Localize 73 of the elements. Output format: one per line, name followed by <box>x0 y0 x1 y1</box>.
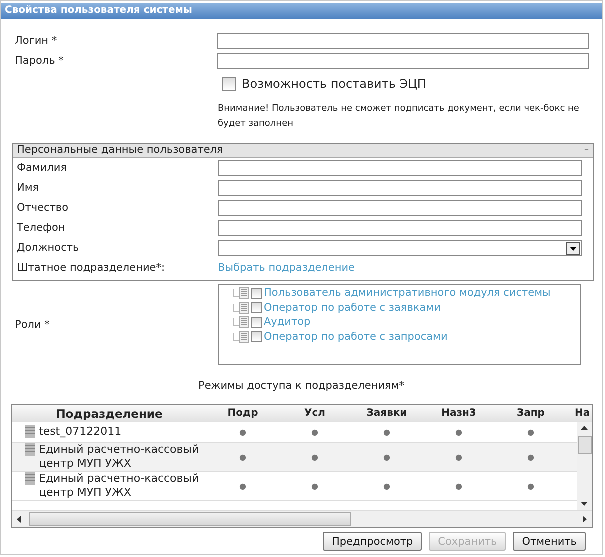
dialog-button[interactable]: Отменить <box>513 532 586 551</box>
table-cell-text: ● <box>526 428 536 436</box>
input-field[interactable] <box>218 180 582 196</box>
table-cell-text: ● <box>382 428 392 436</box>
tree-line <box>233 318 241 326</box>
field-label: Штатное подразделение*: <box>16 262 166 274</box>
server-icon <box>25 443 35 456</box>
scroll-left-icon[interactable] <box>17 516 21 522</box>
column-header[interactable]: Усл <box>279 408 351 419</box>
table-cell-text: ● <box>238 452 248 462</box>
table-cell-text: ● <box>310 428 320 436</box>
field-label: Должность <box>16 242 80 254</box>
column-header[interactable]: Запр <box>495 408 567 419</box>
input-field[interactable] <box>217 53 589 69</box>
dropdown[interactable] <box>218 240 582 256</box>
input-field[interactable] <box>217 33 589 49</box>
table-cell-text: ● <box>310 452 320 462</box>
window-title: Свойства пользователя системы <box>1 3 602 19</box>
column-header[interactable]: Подр <box>207 408 279 419</box>
checkbox[interactable] <box>251 316 262 328</box>
input-field[interactable] <box>218 200 582 216</box>
field-label: Пароль * <box>14 55 65 67</box>
table-cell-text: ● <box>454 428 464 436</box>
document-icon <box>239 287 249 300</box>
document-icon <box>239 330 249 343</box>
field-label: Отчество <box>16 202 70 214</box>
table-cell-text: ● <box>454 452 464 462</box>
horizontal-scrollbar[interactable] <box>12 510 592 527</box>
field-label: Имя <box>16 182 40 194</box>
vertical-scrollbar[interactable] <box>577 422 592 510</box>
input-field[interactable] <box>218 160 582 176</box>
scroll-thumb[interactable] <box>578 436 592 454</box>
column-header[interactable]: Назн3 <box>423 408 495 419</box>
panel-title: Персональные данные пользователя <box>17 144 224 157</box>
tree-line <box>233 332 241 341</box>
table-cell-text: ● <box>238 428 248 436</box>
tree-line <box>233 289 241 298</box>
field-label: Логин * <box>14 35 58 47</box>
table-cell: test_07122011 <box>39 425 122 439</box>
scroll-down-icon[interactable] <box>581 502 588 506</box>
table-cell-text: ● <box>454 482 464 490</box>
tree-line <box>233 304 241 312</box>
warning-text: Внимание! Пользователь не сможет подписать документ, если чек-бокс не будет заполнен <box>217 103 580 131</box>
column-header[interactable]: Подразделение <box>12 406 207 420</box>
scroll-up-icon[interactable] <box>581 426 588 430</box>
server-icon <box>25 472 35 485</box>
field-label: Фамилия <box>16 162 68 174</box>
table-cell-text: ● <box>382 452 392 462</box>
checkbox[interactable] <box>251 288 262 299</box>
checkbox[interactable] <box>222 77 236 91</box>
column-header[interactable]: Заявки <box>351 408 423 419</box>
scroll-right-icon[interactable] <box>583 516 587 522</box>
dialog-button[interactable]: Предпросмотр <box>323 532 422 551</box>
server-icon <box>25 425 35 438</box>
table-cell-text: ● <box>382 482 392 490</box>
table-cell-text: ● <box>310 482 320 490</box>
collapse-button[interactable]: – <box>584 144 589 157</box>
document-icon <box>239 316 249 328</box>
table-cell-text: ● <box>238 482 248 490</box>
checkbox-label: Возможность поставить ЭЦП <box>242 77 426 91</box>
checkbox[interactable] <box>251 331 262 342</box>
field-label: Телефон <box>16 222 66 234</box>
scroll-thumb[interactable] <box>29 512 351 526</box>
input-field[interactable] <box>218 220 582 236</box>
table-cell-text: Единый расчетно-кассовый центр МУП УЖХ <box>39 472 200 500</box>
document-icon <box>239 302 249 314</box>
checkbox[interactable] <box>251 302 262 314</box>
column-header[interactable]: На <box>567 408 590 419</box>
table-cell-text: ● <box>526 452 536 462</box>
table-cell-text: ● <box>526 482 536 490</box>
field-label: Роли * <box>14 318 51 330</box>
section-title: Режимы доступа к подразделениям* <box>197 380 406 394</box>
table-cell-text: Единый расчетно-кассовый центр МУП УЖХ <box>39 443 200 471</box>
